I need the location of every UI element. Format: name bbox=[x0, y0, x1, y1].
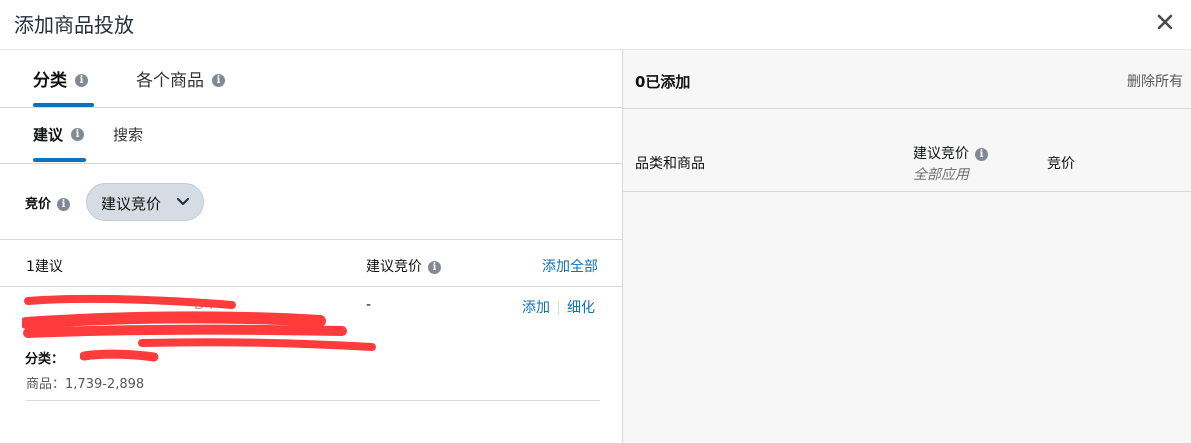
info-icon[interactable]: i bbox=[57, 198, 71, 211]
column-suggested-bid-text: 建议竞价 bbox=[913, 146, 969, 162]
tab-search-label: 搜索 bbox=[113, 126, 144, 144]
tab-category[interactable]: 分类 i bbox=[33, 66, 88, 91]
tab-search[interactable]: 搜索 bbox=[113, 124, 143, 145]
tab-individual-products[interactable]: 各个商品 i bbox=[136, 66, 225, 91]
suggested-bid-header: 建议竞价 i bbox=[366, 256, 441, 276]
divider bbox=[26, 400, 600, 401]
add-all-link[interactable]: 添加全部 bbox=[542, 256, 598, 276]
info-icon[interactable]: i bbox=[428, 260, 441, 274]
info-icon[interactable]: i bbox=[75, 73, 88, 87]
add-link[interactable]: 添加 bbox=[522, 300, 550, 316]
column-category-product: 品类和商品 bbox=[635, 156, 705, 172]
bid-label-text: 竞价 bbox=[25, 197, 52, 212]
added-table-header: 品类和商品 建议竞价 i 全部应用 竞价 bbox=[623, 108, 1191, 192]
added-count: 0已添加 bbox=[635, 73, 691, 91]
refine-link[interactable]: 细化 bbox=[567, 300, 595, 316]
modal-title: 添加商品投放 bbox=[14, 13, 134, 37]
left-panel: 分类 i 各个商品 i 建议 i 搜索 竞价 i 建议竞价 1建议 建议竞价 i 添加全部 bbox=[0, 50, 623, 443]
apply-all-link[interactable]: 全部应用 bbox=[913, 164, 969, 184]
info-icon[interactable]: i bbox=[975, 147, 988, 161]
info-icon[interactable]: i bbox=[71, 128, 85, 141]
column-suggested-bid: 建议竞价 i bbox=[913, 143, 988, 163]
bid-label: 竞价 i bbox=[25, 193, 71, 212]
item-suggested-bid: - bbox=[366, 297, 372, 313]
column-bid: 竞价 bbox=[1047, 156, 1075, 172]
item-products-range: 1,739-2,898 bbox=[65, 377, 145, 392]
added-header: 0已添加 删除所有 bbox=[623, 50, 1191, 108]
list-item: D r - 添加 细化 分类： 商品：1,739-2,898 bbox=[0, 287, 622, 402]
tab-individual-products-label: 各个商品 bbox=[136, 71, 204, 91]
item-products-label: 商品： bbox=[26, 377, 66, 392]
suggestion-count: 1建议 bbox=[26, 259, 63, 275]
remove-all-link[interactable]: 删除所有 bbox=[1127, 71, 1183, 91]
close-button[interactable] bbox=[1153, 10, 1177, 34]
main-tabs: 分类 i 各个商品 i bbox=[0, 50, 622, 108]
item-actions: 添加 细化 bbox=[522, 297, 595, 317]
suggestion-list-header: 1建议 建议竞价 i 添加全部 bbox=[0, 240, 622, 287]
close-icon bbox=[1157, 14, 1173, 30]
item-products: 商品：1,739-2,898 bbox=[26, 373, 144, 392]
chevron-down-icon bbox=[177, 198, 189, 205]
bid-row: 竞价 i 建议竞价 bbox=[0, 164, 622, 240]
item-category-label: 分类： bbox=[25, 352, 65, 367]
sub-tabs: 建议 i 搜索 bbox=[0, 108, 622, 164]
redaction-mark bbox=[22, 294, 376, 351]
suggested-bid-header-text: 建议竞价 bbox=[366, 259, 422, 275]
active-tab-indicator bbox=[33, 103, 94, 107]
redaction-mark bbox=[80, 349, 159, 362]
active-subtab-indicator bbox=[33, 158, 86, 162]
tab-suggested[interactable]: 建议 i bbox=[33, 124, 85, 145]
bid-dropdown[interactable]: 建议竞价 bbox=[86, 183, 204, 221]
modal-header: 添加商品投放 bbox=[0, 0, 1191, 50]
right-panel: 0已添加 删除所有 品类和商品 建议竞价 i 全部应用 竞价 bbox=[623, 50, 1191, 443]
info-icon[interactable]: i bbox=[212, 73, 225, 87]
bid-dropdown-value: 建议竞价 bbox=[101, 195, 162, 213]
tab-category-label: 分类 bbox=[33, 71, 67, 91]
tab-suggested-label: 建议 bbox=[33, 126, 64, 144]
divider bbox=[558, 301, 559, 315]
